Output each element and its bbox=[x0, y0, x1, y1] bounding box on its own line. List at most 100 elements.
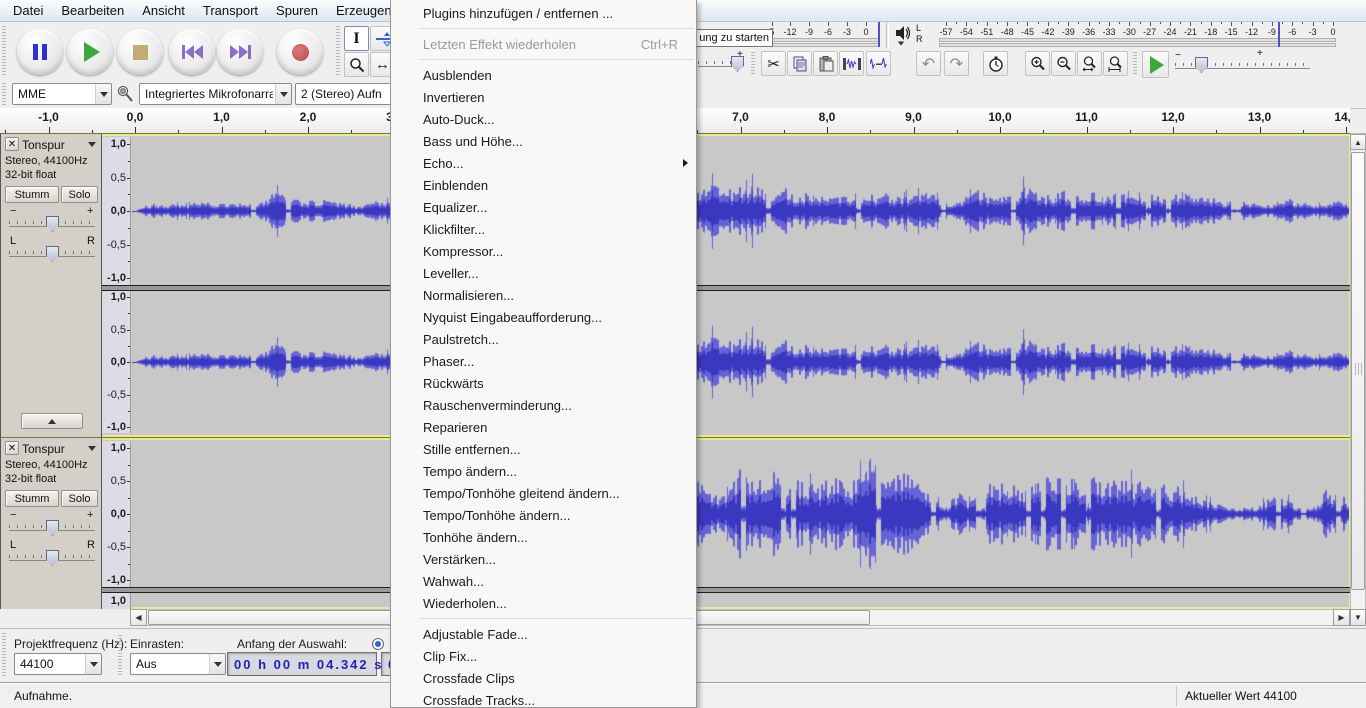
menu-item-leveller-[interactable]: Leveller... bbox=[391, 262, 696, 284]
playback-meter-tick bbox=[1190, 22, 1191, 26]
selection-radio[interactable] bbox=[372, 638, 384, 650]
track-title-combo[interactable]: Tonspur bbox=[22, 441, 99, 456]
paste-button[interactable] bbox=[813, 51, 838, 76]
menubar-item-spuren[interactable]: Spuren bbox=[267, 1, 327, 20]
menu-item-bass-und-h-he-[interactable]: Bass und Höhe... bbox=[391, 130, 696, 152]
gain-slider-thumb[interactable] bbox=[46, 216, 59, 232]
transport-record-button[interactable] bbox=[277, 29, 323, 75]
waveform-track1[interactable] bbox=[131, 291, 1349, 433]
menubar-item-transport[interactable]: Transport bbox=[194, 1, 267, 20]
h-scroll-left-button[interactable]: ◀ bbox=[130, 609, 147, 626]
device-toolbar-grip[interactable] bbox=[2, 83, 6, 105]
track-title-combo[interactable]: Tonspur bbox=[22, 137, 99, 152]
h-scroll-right-button[interactable]: ▶ bbox=[1333, 609, 1350, 626]
menu-item-invertieren[interactable]: Invertieren bbox=[391, 86, 696, 108]
playback-meter[interactable]: L R -57-54-51-48-45-42-39-36-33-30-27-24… bbox=[888, 22, 1341, 48]
menu-item-equalizer-[interactable]: Equalizer... bbox=[391, 196, 696, 218]
menu-item-label: Equalizer... bbox=[423, 200, 487, 215]
audio-host-combo[interactable]: MME bbox=[12, 83, 112, 105]
transport-toolbar-grip[interactable] bbox=[2, 26, 6, 76]
track-close-button[interactable]: ✕ bbox=[5, 137, 19, 151]
menu-item-plugins-hinzuf-gen-entfernen-[interactable]: Plugins hinzufügen / entfernen ... bbox=[391, 2, 696, 24]
selection-toolbar-grip[interactable] bbox=[2, 633, 6, 677]
waveform-track2[interactable] bbox=[131, 441, 1349, 587]
menu-item-einblenden[interactable]: Einblenden bbox=[391, 174, 696, 196]
menu-item-verst-rken-[interactable]: Verstärken... bbox=[391, 548, 696, 570]
menu-item-auto-duck-[interactable]: Auto-Duck... bbox=[391, 108, 696, 130]
silence-audio-button[interactable] bbox=[866, 51, 891, 76]
menu-item-tempo-tonh-he-gleitend-ndern-[interactable]: Tempo/Tonhöhe gleitend ändern... bbox=[391, 482, 696, 504]
v-scroll-down-button[interactable]: ▼ bbox=[1350, 609, 1366, 626]
copy-button[interactable] bbox=[787, 51, 812, 76]
fit-project-button[interactable] bbox=[1103, 51, 1128, 76]
menu-item-ausblenden[interactable]: Ausblenden bbox=[391, 64, 696, 86]
transport-skip-to-end-button[interactable] bbox=[217, 29, 263, 75]
selection-tool-button[interactable]: I bbox=[344, 26, 369, 51]
menu-item-reparieren[interactable]: Reparieren bbox=[391, 416, 696, 438]
track-solo-button[interactable]: Solo bbox=[61, 490, 98, 507]
recording-device-combo[interactable]: Integriertes Mikrofonarray bbox=[139, 83, 292, 105]
undo-button[interactable]: ↶ bbox=[916, 51, 941, 76]
transport-play-button[interactable] bbox=[67, 29, 113, 75]
gain-slider-thumb[interactable] bbox=[46, 520, 59, 536]
menu-item-wiederholen-[interactable]: Wiederholen... bbox=[391, 592, 696, 614]
clock-button[interactable] bbox=[983, 51, 1008, 76]
menu-item-letzten-effekt-wiederholen[interactable]: Letzten Effekt wiederholenCtrl+R bbox=[391, 33, 696, 55]
cut-button[interactable]: ✂ bbox=[761, 51, 786, 76]
zoom-in-button[interactable] bbox=[1025, 51, 1050, 76]
menu-item-r-ckw-rts[interactable]: Rückwärts bbox=[391, 372, 696, 394]
menu-item-normalisieren-[interactable]: Normalisieren... bbox=[391, 284, 696, 306]
transport-pause-button[interactable] bbox=[17, 29, 63, 75]
snap-combo[interactable]: Aus bbox=[130, 653, 226, 675]
v-scroll-up-button[interactable]: ▲ bbox=[1350, 134, 1366, 150]
recording-channels-combo[interactable]: 2 (Stereo) Aufn bbox=[295, 83, 395, 105]
waveform-track1[interactable] bbox=[131, 137, 1349, 285]
menu-item-crossfade-tracks-[interactable]: Crossfade Tracks... bbox=[391, 689, 696, 708]
zoom-out-button[interactable] bbox=[1051, 51, 1076, 76]
menu-item-echo-[interactable]: Echo... bbox=[391, 152, 696, 174]
play-at-speed-button[interactable] bbox=[1142, 51, 1169, 78]
menu-item-paulstretch-[interactable]: Paulstretch... bbox=[391, 328, 696, 350]
redo-button[interactable]: ↷ bbox=[944, 51, 969, 76]
menu-item-stille-entfernen-[interactable]: Stille entfernen... bbox=[391, 438, 696, 460]
menu-item-rauschenverminderung-[interactable]: Rauschenverminderung... bbox=[391, 394, 696, 416]
menu-item-tempo-ndern-[interactable]: Tempo ändern... bbox=[391, 460, 696, 482]
transport-skip-to-start-button[interactable] bbox=[169, 29, 215, 75]
menubar-item-datei[interactable]: Datei bbox=[4, 1, 52, 20]
menu-item-clip-fix-[interactable]: Clip Fix... bbox=[391, 645, 696, 667]
combo-arrow-icon bbox=[85, 654, 101, 674]
waveform-track2[interactable] bbox=[131, 593, 1349, 609]
pan-slider-thumb[interactable] bbox=[46, 246, 59, 262]
input-slider-thumb[interactable] bbox=[731, 56, 744, 72]
zoom-tool-button[interactable] bbox=[344, 52, 369, 77]
menu-item-nyquist-eingabeaufforderung-[interactable]: Nyquist Eingabeaufforderung... bbox=[391, 306, 696, 328]
trim-audio-button[interactable] bbox=[839, 51, 864, 76]
edit-toolbar-grip[interactable] bbox=[751, 52, 755, 76]
transcription-toolbar-grip[interactable] bbox=[1133, 52, 1137, 76]
speed-slider-thumb[interactable] bbox=[1195, 57, 1208, 73]
menu-item-crossfade-clips[interactable]: Crossfade Clips bbox=[391, 667, 696, 689]
menu-item-adjustable-fade-[interactable]: Adjustable Fade... bbox=[391, 623, 696, 645]
project-rate-combo[interactable]: 44100 bbox=[14, 653, 102, 675]
speed-slider-track[interactable] bbox=[1175, 68, 1310, 69]
transport-stop-button[interactable] bbox=[117, 29, 163, 75]
menu-item-phaser-[interactable]: Phaser... bbox=[391, 350, 696, 372]
fit-selection-button[interactable] bbox=[1077, 51, 1102, 76]
menu-item-klickfilter-[interactable]: Klickfilter... bbox=[391, 218, 696, 240]
track-mute-button[interactable]: Stumm bbox=[5, 186, 59, 203]
track-solo-button[interactable]: Solo bbox=[61, 186, 98, 203]
pan-slider-thumb[interactable] bbox=[46, 550, 59, 566]
meter-dropdown-arrow[interactable] bbox=[898, 42, 904, 46]
menu-item-tempo-tonh-he-ndern-[interactable]: Tempo/Tonhöhe ändern... bbox=[391, 504, 696, 526]
tools-toolbar-grip[interactable] bbox=[336, 26, 340, 76]
track-mute-button[interactable]: Stumm bbox=[5, 490, 59, 507]
selection-start-field[interactable]: 00 h 00 m 04.342 s bbox=[227, 652, 377, 676]
menu-item-tonh-he-ndern-[interactable]: Tonhöhe ändern... bbox=[391, 526, 696, 548]
menu-item-wahwah-[interactable]: Wahwah... bbox=[391, 570, 696, 592]
menu-item-kompressor-[interactable]: Kompressor... bbox=[391, 240, 696, 262]
menubar-item-bearbeiten[interactable]: Bearbeiten bbox=[52, 1, 133, 20]
track-close-button[interactable]: ✕ bbox=[5, 441, 19, 455]
track-collapse-button[interactable] bbox=[21, 413, 83, 429]
v-scrollbar-thumb[interactable] bbox=[1351, 152, 1365, 590]
menubar-item-ansicht[interactable]: Ansicht bbox=[133, 1, 194, 20]
